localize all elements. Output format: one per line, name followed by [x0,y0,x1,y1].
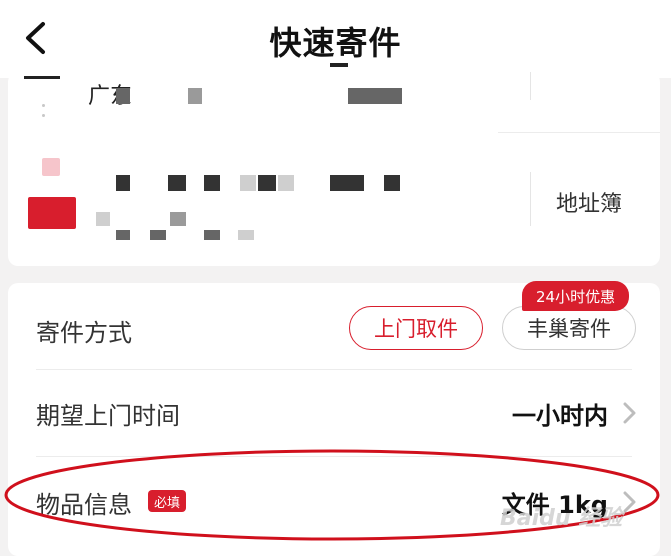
redacted-text [204,230,220,240]
redacted-text [278,175,294,191]
redacted-text [240,175,256,191]
pickup-time-label: 期望上门时间 [36,402,180,430]
watermark: Baidu 经验 [500,506,623,531]
redacted-text [330,175,364,191]
redacted-text [348,88,402,104]
redacted-text [150,230,166,240]
divider [530,72,531,100]
receiver-icon [28,197,76,229]
redacted-text [204,175,220,191]
pickup-time-value: 一小时内 [512,402,608,430]
divider [498,132,660,133]
chevron-right-icon [623,402,636,424]
chevron-right-icon [623,491,636,513]
route-dots [42,104,46,124]
pickup-option-button[interactable]: 上门取件 [349,306,483,350]
redacted-text [116,230,130,240]
page-title: 快速寄件 [269,24,402,62]
header-bar: 快速寄件 [0,0,671,78]
redacted-text [116,175,130,191]
redacted-text [170,212,186,226]
promo-badge: 24小时优惠 [522,281,630,311]
redacted-text [238,230,254,240]
redacted-text [188,88,202,104]
required-badge: 必填 [148,490,187,512]
redacted-text [116,88,130,104]
address-card: 广东 地址簿 [8,72,660,266]
store-option-button[interactable]: 丰巢寄件 [502,306,636,350]
redacted-text [384,175,400,191]
redacted-text [168,175,186,191]
redacted-text [96,212,110,226]
title-indicator [330,63,348,67]
shipping-method-row: 寄件方式 上门取件 丰巢寄件 24小时优惠 [8,281,660,369]
redacted-text [258,175,276,191]
address-book-button[interactable]: 地址簿 [556,186,622,218]
pickup-time-row[interactable]: 期望上门时间 一小时内 [8,370,660,456]
item-info-label: 物品信息 [36,491,132,519]
sender-address[interactable]: 广东 [8,72,660,134]
divider [530,172,531,226]
sender-marker [24,76,60,79]
receiver-icon-accent [42,158,60,176]
shipping-method-label: 寄件方式 [36,319,132,347]
